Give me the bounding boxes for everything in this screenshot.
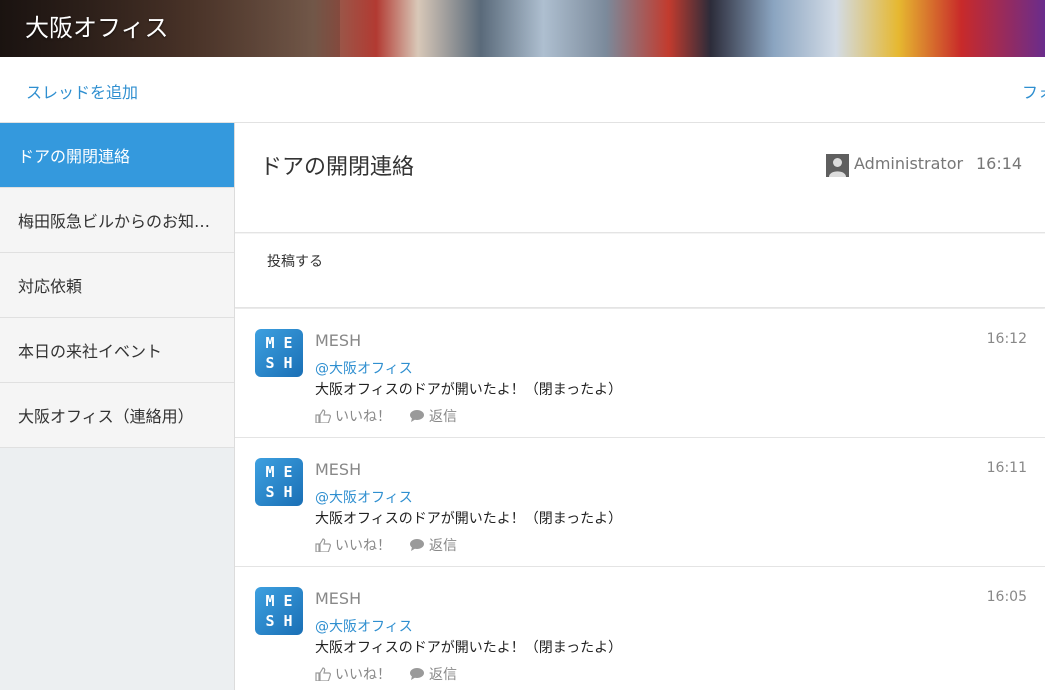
message-item: M E S H MESH 16:05 @大阪オフィス 大阪オフィスのドアが開いた…	[235, 567, 1045, 690]
like-button[interactable]: いいね！	[315, 664, 391, 684]
reply-label: 返信	[429, 409, 457, 425]
thread-title: ドアの開閉連絡	[260, 155, 415, 180]
follow-link[interactable]: フォ	[1022, 79, 1045, 103]
speech-bubble-icon	[410, 539, 424, 551]
avatar-letter: M	[265, 334, 275, 352]
message-body: 大阪オフィスのドアが開いたよ！（閉まったよ）	[315, 511, 623, 527]
avatar-letter: E	[283, 463, 293, 481]
thumbs-up-icon	[315, 409, 331, 423]
like-button[interactable]: いいね！	[315, 535, 391, 555]
message-item: M E S H MESH 16:12 @大阪オフィス 大阪オフィスのドアが開いた…	[235, 309, 1045, 438]
avatar-letter: M	[265, 592, 275, 610]
sidebar-item-today-events[interactable]: 本日の来社イベント	[0, 318, 234, 383]
like-label: いいね！	[335, 409, 391, 425]
mesh-avatar[interactable]: M E S H	[255, 458, 303, 506]
message-list: M E S H MESH 16:12 @大阪オフィス 大阪オフィスのドアが開いた…	[235, 309, 1045, 690]
thread-author[interactable]: Administrator	[854, 154, 963, 173]
reply-button[interactable]: 返信	[409, 406, 457, 426]
avatar-letter: H	[283, 483, 293, 501]
message-sender[interactable]: MESH	[315, 460, 361, 479]
message-actions: いいね！ 返信	[315, 535, 457, 555]
sidebar-item-label: ドアの開閉連絡	[18, 147, 131, 166]
sidebar-item-label: 本日の来社イベント	[18, 342, 163, 361]
message-time: 16:05	[986, 589, 1027, 605]
thumbs-up-icon	[315, 667, 331, 681]
message-time: 16:12	[986, 331, 1027, 347]
thumbs-up-icon	[315, 538, 331, 552]
reply-button[interactable]: 返信	[409, 535, 457, 555]
avatar-letter: H	[283, 354, 293, 372]
like-button[interactable]: いいね！	[315, 406, 391, 426]
user-icon	[826, 154, 849, 177]
mesh-avatar[interactable]: M E S H	[255, 587, 303, 635]
sidebar-item-umeda-hankyu-notice[interactable]: 梅田阪急ビルからのお知…	[0, 188, 234, 253]
avatar-letter: E	[283, 592, 293, 610]
sidebar-item-osaka-office-contact[interactable]: 大阪オフィス（連絡用）	[0, 383, 234, 448]
post-input-placeholder[interactable]: 投稿する	[267, 251, 323, 271]
message-body: 大阪オフィスのドアが開いたよ！（閉まったよ）	[315, 382, 623, 398]
avatar-letter: M	[265, 463, 275, 481]
thread-time: 16:14	[976, 154, 1023, 173]
sidebar-item-label: 対応依頼	[18, 277, 83, 296]
speech-bubble-icon	[410, 668, 424, 680]
message-mention[interactable]: @大阪オフィス	[315, 358, 413, 378]
toolbar: スレッドを追加 フォ	[0, 57, 1045, 123]
message-body: 大阪オフィスのドアが開いたよ！（閉まったよ）	[315, 640, 623, 656]
mesh-avatar[interactable]: M E S H	[255, 329, 303, 377]
speech-bubble-icon	[410, 410, 424, 422]
reply-label: 返信	[429, 538, 457, 554]
avatar-letter: E	[283, 334, 293, 352]
message-time: 16:11	[986, 460, 1027, 476]
message-mention[interactable]: @大阪オフィス	[315, 487, 413, 507]
thread-header: ドアの開閉連絡 Administrator 16:14	[235, 123, 1045, 233]
like-label: いいね！	[335, 538, 391, 554]
thread-main: ドアの開閉連絡 Administrator 16:14 投稿する M E S H…	[235, 123, 1045, 690]
message-sender[interactable]: MESH	[315, 589, 361, 608]
sidebar-item-door-open-close[interactable]: ドアの開閉連絡	[0, 123, 234, 188]
sidebar-item-label: 大阪オフィス（連絡用）	[18, 407, 194, 426]
sidebar-item-label: 梅田阪急ビルからのお知…	[18, 212, 211, 231]
post-composer[interactable]: 投稿する	[235, 234, 1045, 308]
message-actions: いいね！ 返信	[315, 406, 457, 426]
header-banner: 大阪オフィス	[0, 0, 1045, 57]
message-actions: いいね！ 返信	[315, 664, 457, 684]
like-label: いいね！	[335, 667, 391, 683]
message-item: M E S H MESH 16:11 @大阪オフィス 大阪オフィスのドアが開いた…	[235, 438, 1045, 567]
thread-sidebar: ドアの開閉連絡 梅田阪急ビルからのお知… 対応依頼 本日の来社イベント 大阪オフ…	[0, 123, 235, 690]
add-thread-link[interactable]: スレッドを追加	[26, 79, 138, 103]
sidebar-item-requests[interactable]: 対応依頼	[0, 253, 234, 318]
message-mention[interactable]: @大阪オフィス	[315, 616, 413, 636]
avatar-letter: H	[283, 612, 293, 630]
reply-button[interactable]: 返信	[409, 664, 457, 684]
reply-label: 返信	[429, 667, 457, 683]
avatar-letter: S	[265, 612, 275, 630]
app-title: 大阪オフィス	[25, 14, 169, 42]
avatar-letter: S	[265, 483, 275, 501]
avatar-letter: S	[265, 354, 275, 372]
message-sender[interactable]: MESH	[315, 331, 361, 350]
